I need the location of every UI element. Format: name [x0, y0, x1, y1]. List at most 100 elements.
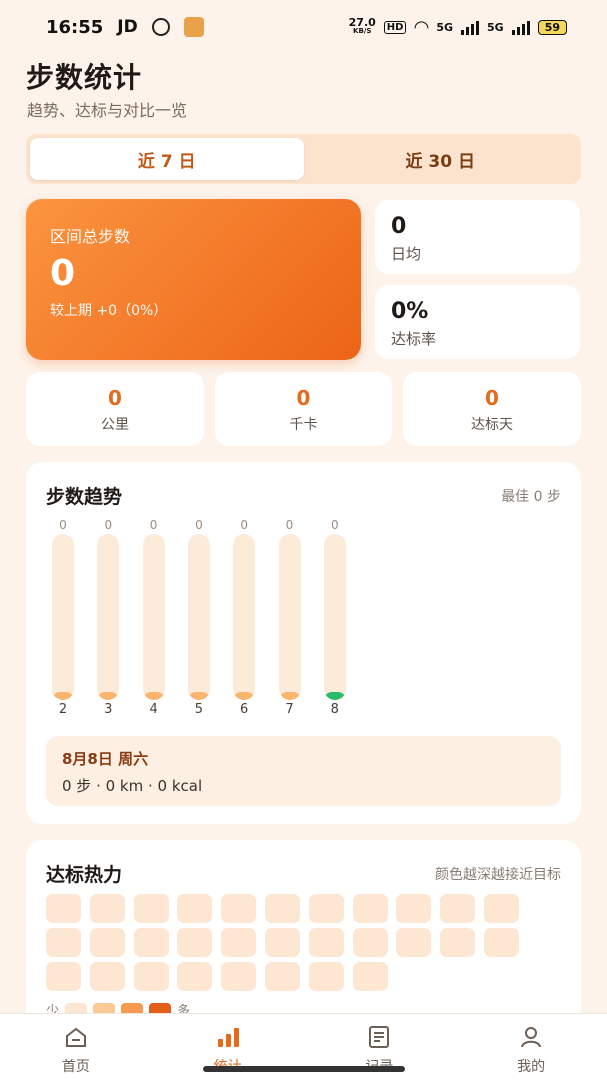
- user-icon: [455, 1024, 607, 1050]
- trend-bar-day-label: 3: [104, 702, 113, 717]
- heatmap-cell[interactable]: [265, 894, 300, 923]
- step-trend-best: 最佳 0 步: [501, 488, 561, 505]
- status-time: 16:55: [46, 16, 104, 38]
- heatmap-cell[interactable]: [440, 894, 476, 923]
- trend-bar-track: [278, 534, 301, 700]
- trend-bar-day-label: 8: [330, 702, 339, 717]
- signal-icon: [461, 19, 479, 35]
- trend-bar-7[interactable]: 07: [278, 514, 301, 717]
- trend-bar-3[interactable]: 03: [97, 514, 120, 717]
- goal-rate-value: 0%: [391, 299, 429, 324]
- trend-bar-6[interactable]: 06: [233, 514, 256, 717]
- total-steps-value: 0: [50, 253, 76, 294]
- calories-label: 千卡: [289, 417, 318, 433]
- range-tabs: 近 7 日 近 30 日: [26, 134, 581, 184]
- trend-bar-value-label: 0: [240, 518, 248, 532]
- signal-icon-2: [511, 19, 530, 35]
- heatmap-cell[interactable]: [352, 962, 388, 991]
- status-carrier: JD: [117, 17, 138, 37]
- trend-bar-fill: [323, 692, 346, 700]
- heatmap-cell[interactable]: [265, 962, 300, 991]
- heatmap-cell[interactable]: [440, 928, 476, 957]
- bar-chart-icon: [152, 1024, 304, 1050]
- heatmap-cell[interactable]: [484, 894, 519, 923]
- trend-bar-day-label: 2: [58, 702, 68, 717]
- nav-home-label: 首页: [61, 1059, 90, 1075]
- heatmap-cell[interactable]: [133, 894, 169, 923]
- trend-bar-fill: [233, 692, 256, 700]
- trend-bar-value-label: 0: [330, 518, 339, 532]
- heatmap-cell[interactable]: [352, 894, 388, 923]
- selected-day-detail[interactable]: 8月8日 周六 0 步 · 0 km · 0 kcal: [46, 736, 561, 806]
- total-steps-compare: 较上期 +0（0%）: [50, 303, 168, 319]
- heatmap-cell[interactable]: [46, 928, 81, 957]
- heatmap-cell[interactable]: [396, 894, 432, 923]
- tab-30-days[interactable]: 近 30 日: [304, 138, 578, 180]
- heatmap-cell[interactable]: [265, 928, 300, 957]
- heatmap-cell[interactable]: [177, 894, 213, 923]
- goal-heatmap-card: 达标热力 颜色越深越接近目标 少 多: [26, 840, 581, 1030]
- trend-bar-4[interactable]: 04: [142, 514, 165, 717]
- heatmap-cell[interactable]: [352, 928, 388, 957]
- heatmap-cell[interactable]: [46, 894, 81, 923]
- step-trend-chart: 02030405060708: [52, 514, 352, 717]
- network-speed: 27.0 KB/S: [348, 16, 376, 35]
- trend-bar-5[interactable]: 05: [187, 514, 210, 717]
- goal-days-value: 0: [485, 386, 499, 410]
- calories-value: 0: [296, 386, 311, 410]
- goal-heatmap-title: 达标热力: [46, 864, 123, 886]
- trend-bar-track: [97, 534, 120, 700]
- step-trend-card: 步数趋势 最佳 0 步 02030405060708 8月8日 周六 0 步 ·…: [26, 462, 581, 824]
- goal-days-label: 达标天: [471, 417, 513, 433]
- heatmap-cell[interactable]: [133, 962, 169, 991]
- heatmap-cell[interactable]: [221, 894, 257, 923]
- distance-label: 公里: [101, 417, 129, 433]
- document-icon: [304, 1024, 456, 1050]
- trend-bar-track: [323, 534, 346, 700]
- nav-profile[interactable]: 我的: [455, 1014, 607, 1080]
- status-bar: 16:55 JD 27.0 KB/S HD ◠ 5G 5G 59: [0, 0, 607, 54]
- trend-bar-2[interactable]: 02: [52, 514, 74, 717]
- heatmap-cell[interactable]: [89, 894, 125, 923]
- heatmap-cell[interactable]: [221, 962, 257, 991]
- trend-bar-track: [52, 534, 74, 700]
- heatmap-cell[interactable]: [177, 962, 213, 991]
- trend-bar-fill: [187, 692, 210, 700]
- heatmap-cell[interactable]: [133, 928, 169, 957]
- trend-bar-value-label: 0: [149, 518, 158, 532]
- signal-5g-label-2: 5G: [487, 20, 504, 34]
- heatmap-cell[interactable]: [89, 928, 125, 957]
- heatmap-cell[interactable]: [308, 962, 344, 991]
- trend-bar-day-label: 5: [194, 702, 204, 717]
- trend-bar-track: [187, 534, 210, 700]
- heatmap-cell[interactable]: [308, 894, 344, 923]
- heatmap-cell[interactable]: [177, 928, 213, 957]
- nav-home[interactable]: 首页: [0, 1014, 152, 1080]
- daily-average-value: 0: [391, 214, 407, 239]
- home-indicator[interactable]: [203, 1066, 405, 1072]
- heatmap-cell[interactable]: [484, 928, 519, 957]
- trend-bar-value-label: 0: [104, 518, 113, 532]
- daily-average-label: 日均: [391, 245, 422, 263]
- goal-days-card: 0 达标天: [403, 372, 581, 446]
- tab-7-days[interactable]: 近 7 日: [30, 138, 304, 180]
- heatmap-cell[interactable]: [89, 962, 125, 991]
- signal-5g-label-1: 5G: [436, 20, 453, 34]
- trend-bar-day-label: 6: [240, 702, 249, 717]
- trend-bar-day-label: 7: [285, 702, 294, 717]
- trend-bar-fill: [278, 692, 301, 700]
- heatmap-cell[interactable]: [221, 928, 257, 957]
- notification-face-icon: [151, 18, 170, 36]
- heatmap-cell[interactable]: [46, 962, 81, 991]
- hd-icon: HD: [383, 20, 407, 34]
- selected-day-date: 8月8日 周六: [62, 750, 149, 768]
- total-steps-card: 区间总步数 0 较上期 +0（0%）: [26, 199, 361, 360]
- heatmap-cell[interactable]: [308, 928, 344, 957]
- notification-app-icon: [183, 17, 204, 37]
- trend-bar-8[interactable]: 08: [323, 514, 346, 717]
- goal-rate-label: 达标率: [391, 330, 437, 348]
- goal-rate-card: 0% 达标率: [375, 285, 580, 359]
- heatmap-cell[interactable]: [396, 928, 432, 957]
- battery-icon: 59: [537, 19, 567, 35]
- trend-bar-value-label: 0: [195, 518, 203, 532]
